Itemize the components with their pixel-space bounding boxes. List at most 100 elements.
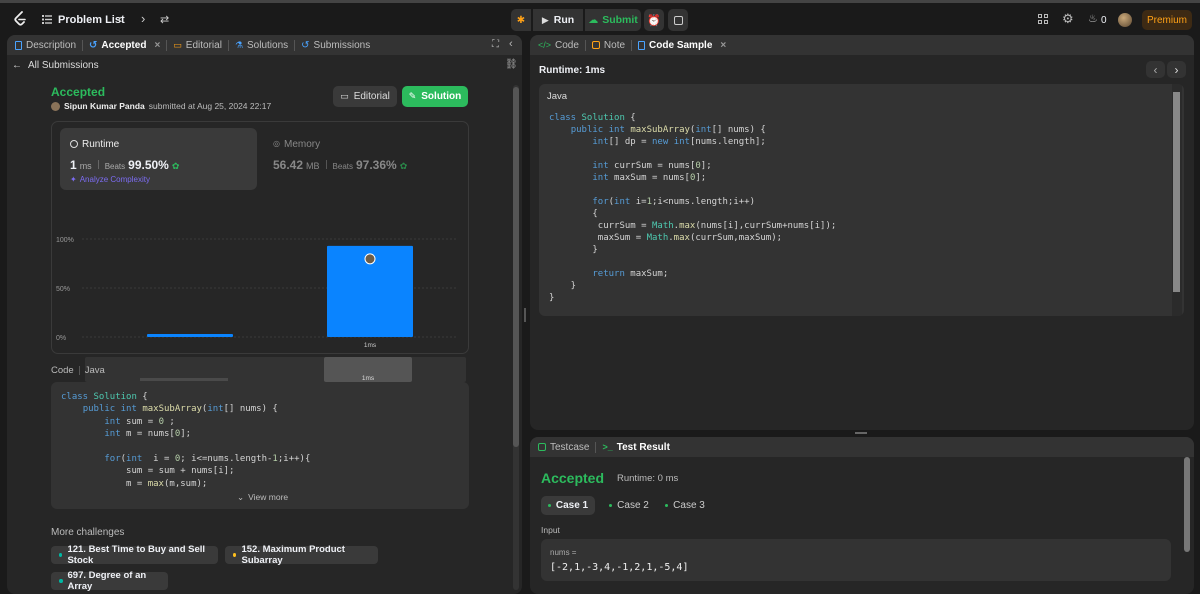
difficulty-dot (59, 553, 63, 557)
submitter: Sipun Kumar Panda submitted at Aug 25, 2… (51, 101, 271, 111)
memory-card[interactable]: ◎ Memory 56.42 MB Beats 97.36% ✿ (267, 128, 457, 190)
prev-sample-button[interactable]: ‹ (1146, 61, 1165, 78)
case-2-tab[interactable]: Case 2 (602, 496, 656, 515)
layout-icon[interactable] (1038, 14, 1048, 24)
memory-value: 56.42 (273, 158, 304, 172)
note-icon (591, 41, 600, 49)
party-icon: ✿ (399, 161, 408, 171)
tab-description[interactable]: Description (15, 40, 76, 51)
code-line: m = max(m,sum); (126, 478, 208, 489)
runtime-beats: 99.50% (128, 158, 169, 172)
challenge-item[interactable]: 152. Maximum Product Subarray (225, 544, 378, 566)
close-tab-icon[interactable]: × (720, 40, 726, 51)
code-line: int m = nums[0]; (104, 429, 192, 440)
collapse-icon[interactable]: ‹ (509, 38, 513, 50)
result-runtime: Runtime: 0 ms (617, 473, 679, 484)
input-value: [-2,1,-3,4,-1,2,1,-5,4] (550, 562, 689, 573)
challenge-item[interactable]: 697. Degree of an Array (51, 570, 168, 592)
challenge-item[interactable]: 121. Best Time to Buy and Sell Stock (51, 544, 218, 566)
code-line: } (549, 293, 555, 303)
code-line: for(int i=1;i<nums.length;i++) (592, 197, 755, 207)
chart-bar (147, 334, 233, 337)
tab-code-sample[interactable]: Code Sample × (638, 40, 726, 51)
pass-dot (609, 504, 613, 507)
streak-flame-icon[interactable]: ♨ (1088, 12, 1098, 25)
fullscreen-icon[interactable]: ⛶ (492, 39, 499, 50)
tab-accepted[interactable]: ↺ Accepted × (89, 40, 160, 51)
shuffle-icon[interactable]: ⇄ (160, 13, 169, 26)
overview-label: 1ms (362, 375, 375, 382)
code-line: } (549, 245, 598, 255)
pass-dot (547, 504, 551, 507)
panel-resize-handle[interactable] (855, 432, 867, 434)
case-1-tab[interactable]: Case 1 (541, 496, 595, 515)
timer-button[interactable]: ⏰ (644, 9, 664, 31)
back-arrow-icon: ← (12, 60, 22, 71)
scrollbar[interactable] (513, 85, 519, 590)
problem-list-icon[interactable] (42, 14, 52, 24)
runtime-distribution-chart[interactable]: 100% 50% 0% 1ms 1ms (52, 232, 470, 402)
close-tab-icon[interactable]: × (154, 40, 160, 51)
tab-note[interactable]: Note (591, 40, 625, 51)
tab-test-result[interactable]: >_ Test Result (602, 442, 669, 453)
bug-icon: ✱ (516, 14, 526, 26)
code-line: } (549, 281, 577, 291)
all-submissions-link[interactable]: ← All Submissions (12, 60, 99, 71)
tab-solutions[interactable]: ⚗ Solutions (235, 40, 288, 51)
tab-submissions[interactable]: ↺ Submissions (301, 40, 370, 51)
panel-resize-handle[interactable] (524, 308, 526, 322)
case-3-tab[interactable]: Case 3 (658, 496, 712, 515)
code-line: int sum = 0 ; (104, 416, 175, 427)
cloud-upload-icon: ☁ (588, 14, 599, 26)
tab-testcase[interactable]: Testcase (538, 442, 589, 453)
share-link-icon[interactable]: ⛓ (505, 59, 518, 70)
notes-button[interactable] (668, 9, 688, 31)
difficulty-dot (233, 553, 237, 557)
book-icon: ▭ (173, 39, 182, 50)
input-box[interactable]: nums = [-2,1,-3,4,-1,2,1,-5,4] (541, 539, 1171, 581)
input-label: Input (541, 525, 560, 535)
description-icon (15, 40, 22, 50)
memory-beats: 97.36% (356, 158, 397, 172)
left-panel: Description ↺ Accepted × ▭ Editorial ⚗ Solut… (7, 35, 522, 594)
streak-count: 0 (1101, 15, 1107, 26)
leetcode-logo-icon[interactable] (12, 11, 28, 27)
submitted-code-block[interactable]: class Solution { public int maxSubArray(… (51, 382, 469, 509)
scrollbar[interactable] (1184, 457, 1192, 590)
analyze-complexity-link[interactable]: ✦ Analyze Complexity (70, 175, 150, 184)
view-more-button[interactable]: ⌄ View more (237, 492, 288, 503)
note-icon (673, 15, 683, 25)
sample-code-block[interactable]: Java class Solution { public int maxSubA… (539, 84, 1184, 316)
code-label: Code (51, 365, 74, 376)
result-status: Accepted (541, 470, 605, 486)
tab-editorial[interactable]: ▭ Editorial (173, 40, 222, 51)
prev-problem-icon[interactable]: ‹ (118, 11, 122, 26)
run-button[interactable]: ▶ Run (533, 9, 583, 31)
y-tick-label: 100% (56, 237, 74, 244)
settings-gear-icon[interactable]: ⚙ (1062, 11, 1074, 27)
memory-chip-icon: ◎ (273, 139, 280, 148)
code-language: Java (84, 365, 105, 376)
top-bar: Problem List ‹ › ⇄ ✱ ▶ Run ☁ Submit ⏰ ⚙ ♨ … (0, 0, 1200, 36)
result-tab-bar: Testcase >_ Test Result (530, 437, 1194, 457)
premium-button[interactable]: Premium (1142, 10, 1192, 30)
avatar-marker (364, 253, 376, 265)
next-sample-button[interactable]: › (1167, 61, 1186, 78)
tab-code[interactable]: </> Code (538, 40, 579, 51)
scrollbar[interactable] (1172, 84, 1182, 316)
editorial-button[interactable]: ▭ Editorial (333, 86, 397, 107)
code-line: return maxSum; (592, 269, 669, 279)
debug-button[interactable]: ✱ (511, 9, 531, 31)
runtime-sample-label: Runtime: 1ms (539, 65, 606, 76)
pass-dot (665, 504, 669, 507)
avatar[interactable] (1118, 13, 1132, 27)
next-problem-icon[interactable]: › (141, 11, 145, 26)
submit-button[interactable]: ☁ Submit (585, 9, 641, 31)
problem-list-button[interactable]: Problem List (58, 14, 125, 26)
runtime-card[interactable]: Runtime 1 ms Beats 99.50% ✿ ✦ Analyze Com… (60, 128, 257, 190)
chevron-down-icon: ⌄ (237, 492, 245, 502)
solution-button[interactable]: ✎ Solution (402, 86, 468, 107)
history-icon: ↺ (89, 39, 98, 51)
